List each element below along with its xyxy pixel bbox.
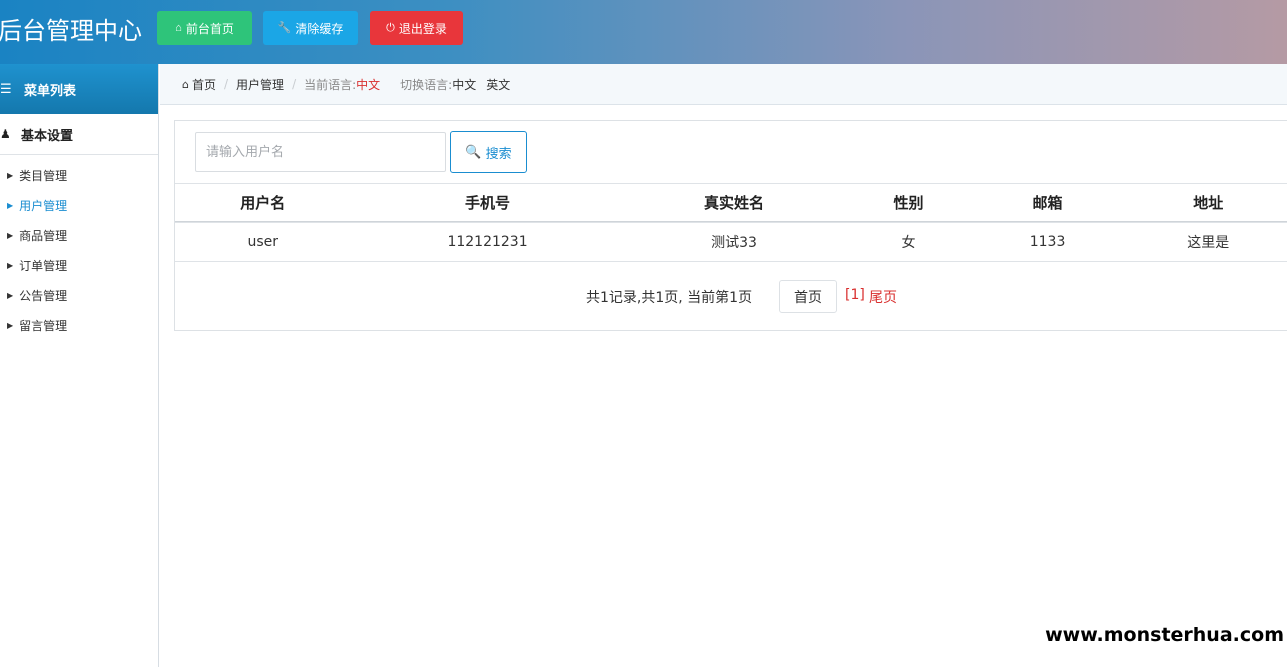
caret-right-icon: ▶ [7,320,14,330]
sidebar-item-orders[interactable]: ▶ 订单管理 [0,250,158,280]
table-header-row: 用户名 手机号 真实姓名 性别 邮箱 地址 [175,183,1287,222]
first-page-button[interactable]: 首页 [779,280,837,313]
user-table: 用户名 手机号 真实姓名 性别 邮箱 地址 user 112121231 测试3… [175,183,1287,261]
search-button[interactable]: 🔍 搜索 [450,131,527,173]
user-icon: ♟ [0,127,11,141]
column-header-address: 地址 [1193,194,1224,212]
logout-button[interactable]: ⏻ 退出登录 [370,11,463,45]
search-icon: 🔍 [465,144,482,159]
cell-email: 1133 [1029,234,1066,250]
last-page-link[interactable]: 尾页 [869,287,897,307]
search-button-label: 搜索 [485,145,512,161]
current-language-label: 当前语言: [304,77,357,92]
pagination: 共1记录,共1页, 当前第1页 首页 [1] 尾页 [175,261,1287,331]
cell-realname: 测试33 [711,235,757,251]
frontend-home-label: 前台首页 [185,21,234,36]
home-icon: ⌂ [182,77,189,91]
breadcrumb-separator: / [292,77,297,91]
sidebar-item-label: 用户管理 [19,198,68,213]
caret-right-icon: ▶ [7,290,14,300]
sidebar-item-label: 商品管理 [19,228,68,243]
list-icon: ☰ [0,81,12,97]
sidebar-item-label: 公告管理 [19,288,68,303]
cell-username: user [247,234,279,250]
frontend-home-button[interactable]: ⌂ 前台首页 [157,11,252,45]
current-page-indicator: [1] [845,287,865,303]
switch-language-en[interactable]: 英文 [486,76,510,93]
sidebar-group-basic-settings[interactable]: ♟ 基本设置 [0,114,158,155]
home-icon: ⌂ [175,21,182,34]
clear-cache-button[interactable]: 🔧 清除缓存 [263,11,358,45]
sidebar: ☰ 菜单列表 ♟ 基本设置 ▶ 类目管理 ▶ 用户管理 ▶ 商品管理 ▶ 订单管… [0,64,159,667]
sidebar-menu: ▶ 类目管理 ▶ 用户管理 ▶ 商品管理 ▶ 订单管理 ▶ 公告管理 ▶ 留言管… [0,155,158,340]
logout-label: 退出登录 [398,21,447,36]
sidebar-item-products[interactable]: ▶ 商品管理 [0,220,158,250]
sidebar-item-label: 留言管理 [19,318,68,333]
caret-right-icon: ▶ [7,230,14,240]
sidebar-item-messages[interactable]: ▶ 留言管理 [0,310,158,340]
caret-right-icon: ▶ [7,170,14,180]
watermark: www.monsterhua.com [1045,624,1284,646]
power-icon: ⏻ [386,21,395,34]
brand-title: 后台管理中心 [0,17,142,45]
sidebar-item-label: 订单管理 [19,258,68,273]
search-input[interactable] [195,132,446,172]
breadcrumb-separator: / [224,77,229,91]
breadcrumb-home[interactable]: 首页 [192,76,216,93]
column-header-gender: 性别 [893,194,924,212]
pagination-info: 共1记录,共1页, 当前第1页 [586,290,753,306]
column-header-email: 邮箱 [1032,194,1063,212]
column-header-phone: 手机号 [465,194,511,212]
clear-cache-label: 清除缓存 [295,21,344,36]
breadcrumb-current: 用户管理 [236,77,285,92]
sidebar-header: ☰ 菜单列表 [0,64,158,114]
cell-phone: 112121231 [447,234,528,250]
column-header-username: 用户名 [240,194,286,212]
sidebar-item-notices[interactable]: ▶ 公告管理 [0,280,158,310]
switch-language-zh[interactable]: 中文 [452,76,476,93]
cell-address: 这里是 [1187,235,1230,251]
sidebar-item-label: 类目管理 [19,168,68,183]
caret-right-icon: ▶ [7,200,14,210]
sidebar-title: 菜单列表 [24,83,77,99]
top-header: 后台管理中心 ⌂ 前台首页 🔧 清除缓存 ⏻ 退出登录 [0,0,1287,64]
caret-right-icon: ▶ [7,260,14,270]
sidebar-item-category[interactable]: ▶ 类目管理 [0,160,158,190]
column-header-realname: 真实姓名 [704,194,765,212]
cell-gender: 女 [901,235,916,251]
sidebar-group-label: 基本设置 [21,128,74,144]
user-list-panel: 🔍 搜索 用户名 手机号 真实姓名 性别 邮箱 地址 user 11212123… [174,120,1287,331]
wrench-icon: 🔧 [277,21,292,34]
table-row: user 112121231 测试33 女 1133 这里是 [175,222,1287,261]
sidebar-item-users[interactable]: ▶ 用户管理 [0,190,158,220]
breadcrumb: ⌂ 首页 / 用户管理 / 当前语言: 中文 切换语言: 中文 英文 [160,64,1287,105]
switch-language-label: 切换语言: [400,77,453,92]
current-language-value: 中文 [356,77,381,92]
